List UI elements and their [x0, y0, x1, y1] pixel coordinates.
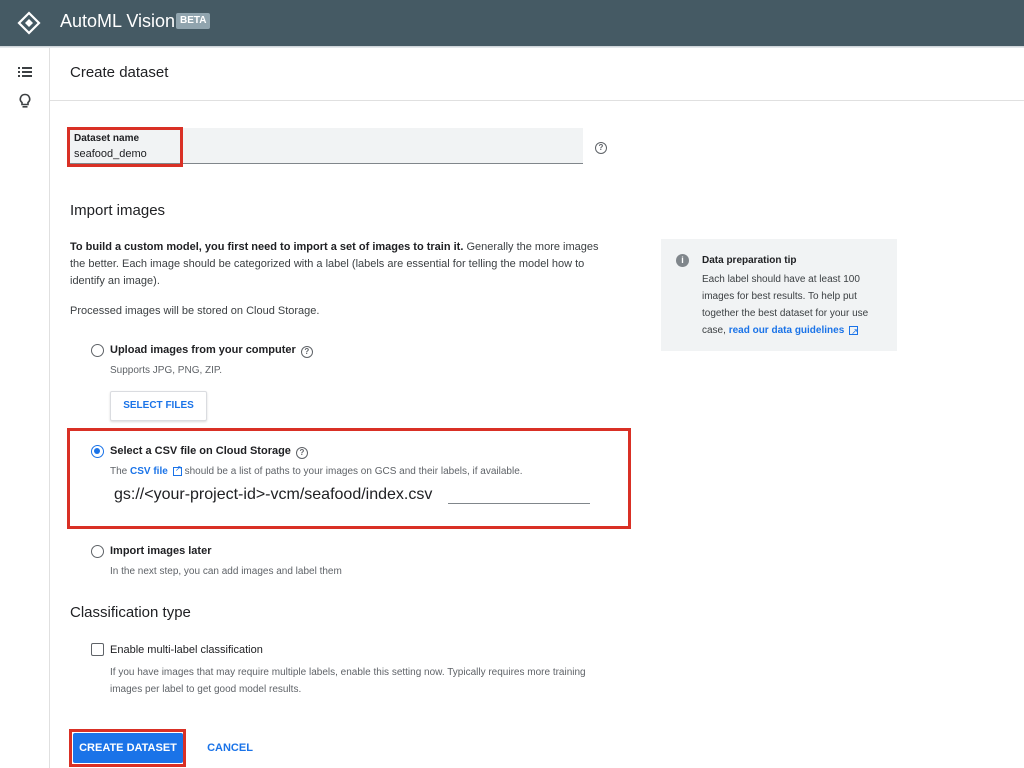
- radio-upload-computer[interactable]: [91, 344, 104, 357]
- help-circle-icon[interactable]: ?: [595, 142, 607, 154]
- import-intro: To build a custom model, you first need …: [70, 239, 610, 290]
- info-icon: i: [676, 254, 689, 267]
- option-upload-text: Upload images from your computer: [110, 344, 296, 356]
- multi-label-checkbox-label[interactable]: Enable multi-label classification: [110, 644, 263, 656]
- left-rail: [0, 48, 50, 768]
- highlight-box-csv-option: [67, 428, 631, 529]
- option-upload-label[interactable]: Upload images from your computer?: [110, 344, 313, 358]
- highlight-box-create-dataset: [69, 729, 186, 767]
- classification-heading: Classification type: [70, 604, 191, 621]
- highlight-box-dataset-name: [67, 127, 183, 167]
- app-bar: AutoML Vision BETA: [0, 0, 1024, 46]
- data-guidelines-link[interactable]: read our data guidelines: [729, 325, 845, 336]
- select-files-button[interactable]: SELECT FILES: [110, 391, 207, 421]
- option-later-sub: In the next step, you can add images and…: [110, 566, 342, 577]
- external-link-icon[interactable]: [849, 323, 859, 340]
- automl-logo-icon[interactable]: [17, 11, 41, 35]
- tip-title: Data preparation tip: [702, 255, 797, 266]
- cancel-button[interactable]: CANCEL: [200, 733, 260, 763]
- import-images-heading: Import images: [70, 202, 166, 219]
- tip-body: Each label should have at least 100 imag…: [702, 271, 887, 340]
- option-later-label[interactable]: Import images later: [110, 545, 211, 557]
- storage-note: Processed images will be stored on Cloud…: [70, 305, 320, 317]
- page-title: Create dataset: [70, 64, 169, 81]
- data-preparation-tip-card: i Data preparation tip Each label should…: [661, 239, 897, 351]
- import-intro-bold: To build a custom model, you first need …: [70, 241, 464, 253]
- help-circle-icon[interactable]: ?: [300, 346, 313, 358]
- app-title: AutoML Vision: [60, 11, 176, 31]
- lightbulb-icon[interactable]: [17, 93, 33, 109]
- option-upload-sub: Supports JPG, PNG, ZIP.: [110, 365, 223, 376]
- header-divider: [50, 100, 1024, 101]
- list-icon[interactable]: [17, 64, 33, 80]
- classification-note: If you have images that may require mult…: [110, 667, 586, 695]
- app-bar-shadow: [0, 46, 1024, 48]
- multi-label-checkbox[interactable]: [91, 643, 104, 656]
- radio-import-later[interactable]: [91, 545, 104, 558]
- beta-badge: BETA: [176, 13, 211, 29]
